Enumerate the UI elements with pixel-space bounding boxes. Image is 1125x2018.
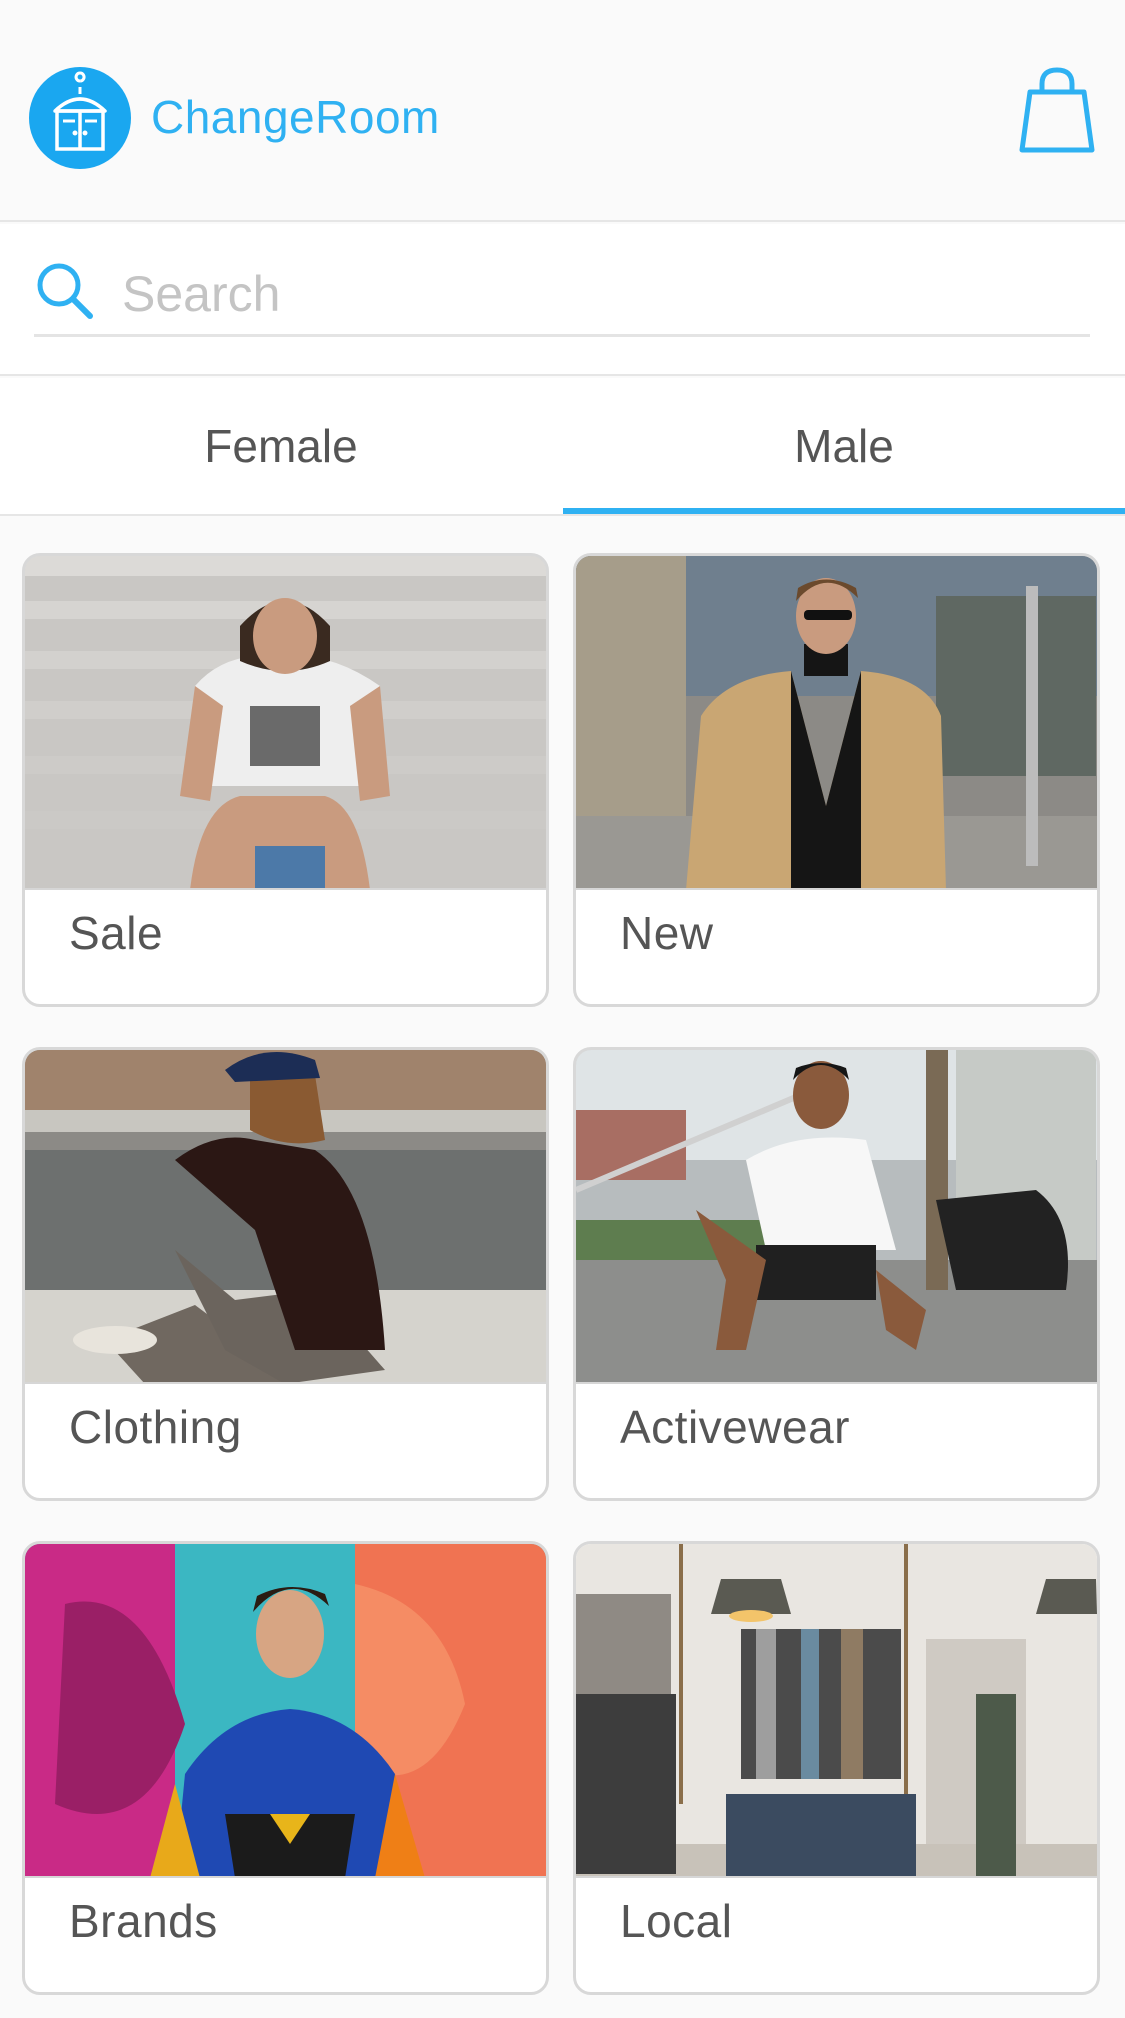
wardrobe-icon[interactable] — [29, 67, 131, 169]
clothing-photo — [25, 1050, 546, 1384]
local-photo — [576, 1544, 1097, 1878]
gender-tabs: Female Male — [0, 378, 1125, 516]
category-card-activewear[interactable]: Activewear — [573, 1047, 1100, 1501]
new-photo — [576, 556, 1097, 890]
category-card-new[interactable]: New — [573, 553, 1100, 1007]
category-label-clothing: Clothing — [69, 1401, 242, 1453]
search-input[interactable] — [122, 262, 1082, 326]
category-card-clothing[interactable]: Clothing — [22, 1047, 549, 1501]
shopping-bag-icon[interactable] — [1018, 66, 1096, 154]
category-card-brands[interactable]: Brands — [22, 1541, 549, 1995]
category-card-local[interactable]: Local — [573, 1541, 1100, 1995]
brands-photo — [25, 1544, 546, 1878]
sale-photo — [25, 556, 546, 890]
category-label-local: Local — [620, 1895, 733, 1947]
category-label-sale: Sale — [69, 907, 164, 959]
search-underline — [34, 334, 1090, 337]
category-label-brands: Brands — [69, 1895, 218, 1947]
search-icon[interactable] — [34, 260, 96, 322]
activewear-photo — [576, 1050, 1097, 1384]
category-label-new: New — [620, 907, 714, 959]
tab-selected-indicator — [563, 508, 1125, 514]
app-title: ChangeRoom — [151, 91, 440, 143]
tab-female[interactable]: Female — [0, 378, 562, 514]
tab-male[interactable]: Male — [563, 378, 1125, 514]
category-label-activewear: Activewear — [620, 1401, 850, 1453]
category-card-sale[interactable]: Sale — [22, 553, 549, 1007]
app-header: ChangeRoom — [0, 0, 1125, 222]
